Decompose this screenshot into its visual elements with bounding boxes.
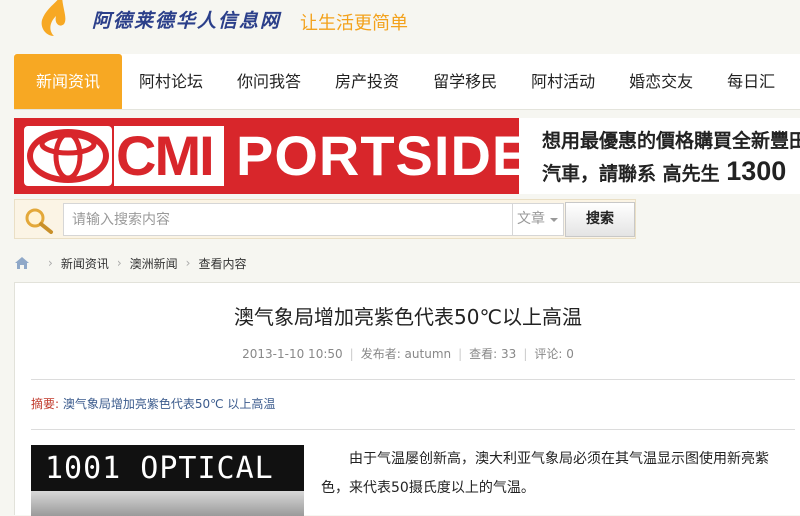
search-category-value: 文章: [517, 211, 545, 227]
search-button[interactable]: 搜索: [565, 202, 635, 237]
banner-cmi-text: CMI: [116, 124, 215, 187]
home-icon[interactable]: [14, 256, 30, 270]
search-bar: 文章 搜索: [14, 199, 636, 239]
nav-item-dating[interactable]: 婚恋交友: [612, 54, 710, 109]
breadcrumb-item-news[interactable]: 新闻资讯: [61, 255, 109, 272]
breadcrumb-separator: ›: [116, 256, 122, 270]
ad-banner[interactable]: CMI PORTSIDE 想用最優惠的價格購買全新豐田 汽車，請聯系 高先生 1…: [14, 118, 800, 194]
meta-separator: |: [349, 347, 354, 361]
banner-line-1: 想用最優惠的價格購買全新豐田: [542, 130, 800, 152]
toyota-logo-icon: [24, 126, 112, 186]
summary-label: 摘要:: [31, 397, 63, 411]
article-date: 2013-1-10 10:50: [242, 347, 343, 361]
nav-item-news[interactable]: 新闻资讯: [14, 54, 123, 109]
nav-item-property[interactable]: 房产投资: [318, 54, 416, 109]
flame-logo-icon[interactable]: [32, 0, 82, 38]
divider: [31, 429, 795, 430]
article-card: 澳气象局增加亮紫色代表50℃以上高温 2013-1-10 10:50 | 发布者: …: [14, 282, 800, 516]
article-author[interactable]: 发布者: autumn: [361, 347, 451, 361]
site-logo-text[interactable]: 阿德莱德华人信息网: [92, 6, 281, 33]
article-body: 由于气温屡创新高，澳大利亚气象局必须在其气温显示图使用新亮紫色，来代表50摄氏度…: [321, 451, 769, 496]
banner-line-2: 汽車，請聯系 高先生 1300: [542, 156, 786, 187]
banner-line-2-text: 汽車，請聯系 高先生: [542, 163, 720, 185]
meta-separator: |: [458, 347, 463, 361]
site-slogan: 让生活更简单: [300, 13, 408, 34]
divider: [31, 379, 795, 380]
search-category-select[interactable]: 文章: [512, 203, 564, 236]
article-meta: 2013-1-10 10:50 | 发布者: autumn | 查看: 33 | 评论: 0: [15, 345, 800, 362]
search-input[interactable]: [63, 203, 513, 236]
article-views: 查看: 33: [469, 347, 517, 361]
article-summary: 摘要: 澳气象局增加亮紫色代表50℃ 以上高温: [31, 395, 275, 412]
search-icon: [25, 208, 53, 234]
article-comments[interactable]: 评论: 0: [534, 347, 574, 361]
breadcrumb-separator: ›: [48, 256, 53, 270]
nav-item-events[interactable]: 阿村活动: [514, 54, 612, 109]
article-ad-image[interactable]: 1001 OPTICAL: [31, 445, 304, 516]
site-header: 阿德莱德华人信息网 让生活更简单: [0, 0, 800, 50]
main-nav: 新闻资讯 阿村论坛 你问我答 房产投资 留学移民 阿村活动 婚恋交友 每日汇: [14, 54, 800, 110]
nav-item-qa[interactable]: 你问我答: [220, 54, 318, 109]
breadcrumb-item-current: 查看内容: [198, 256, 247, 271]
chevron-down-icon: [550, 218, 558, 222]
article-title: 澳气象局增加亮紫色代表50℃以上高温: [234, 305, 582, 329]
ad-image-band: [31, 491, 304, 516]
banner-portside-text: PORTSIDE: [236, 124, 531, 187]
summary-text: 澳气象局增加亮紫色代表50℃ 以上高温: [62, 397, 276, 411]
banner-phone: 1300: [726, 156, 787, 186]
ad-image-text: 1001 OPTICAL: [45, 451, 274, 486]
nav-item-forum[interactable]: 阿村论坛: [122, 54, 220, 109]
meta-separator: |: [523, 347, 528, 361]
breadcrumb-separator: ›: [185, 256, 191, 270]
breadcrumb: › 新闻资讯 › 澳洲新闻 › 查看内容: [14, 253, 246, 273]
nav-item-daily[interactable]: 每日汇: [710, 54, 792, 109]
nav-item-study-immigration[interactable]: 留学移民: [416, 54, 514, 109]
breadcrumb-item-australia-news[interactable]: 澳洲新闻: [130, 255, 178, 272]
